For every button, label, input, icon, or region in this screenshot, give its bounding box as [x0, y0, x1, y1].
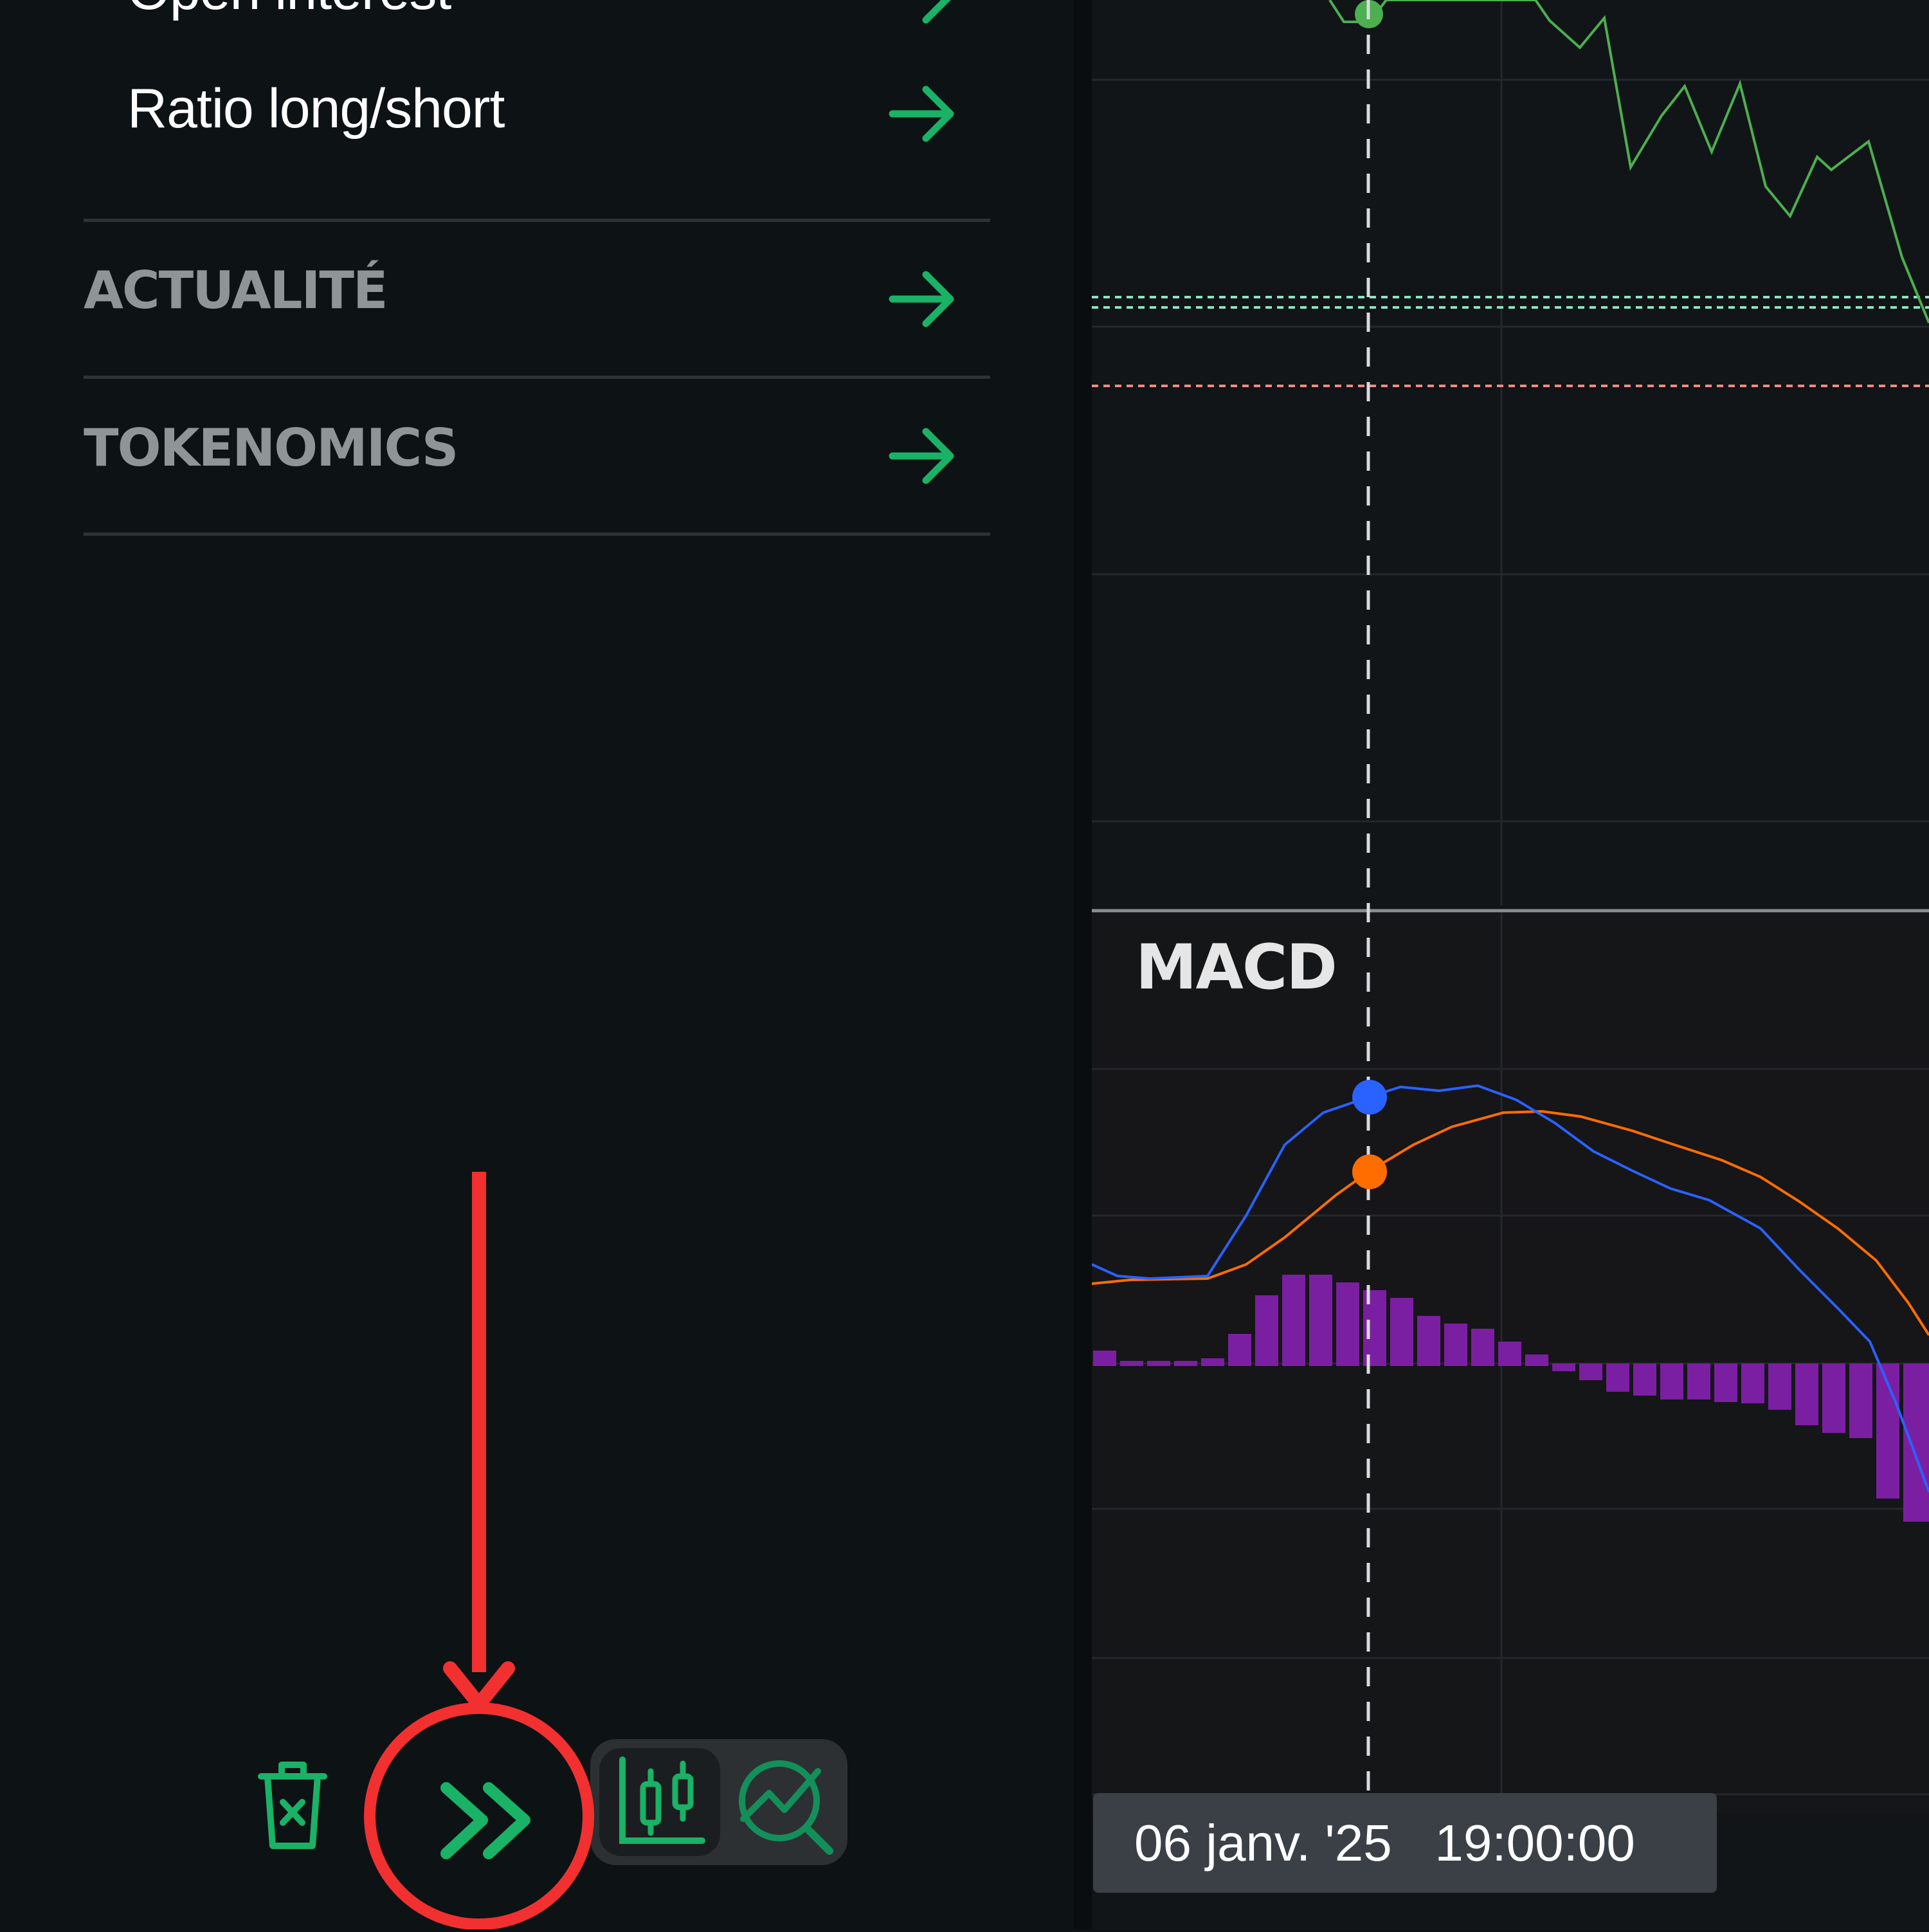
histogram-bar [1282, 1275, 1305, 1366]
signal-crosshair-dot [1352, 1154, 1387, 1189]
histogram-bar [1120, 1361, 1143, 1366]
sidebar-item-open-interest-label[interactable]: Open interest [127, 0, 451, 23]
histogram-bar [1228, 1334, 1251, 1366]
histogram-bar [1255, 1295, 1278, 1366]
side-panel: Open interest Ratio long/short ACTUALITÉ… [0, 0, 1074, 1929]
histogram-bar [1903, 1363, 1929, 1522]
histogram-bar [1147, 1361, 1170, 1366]
histogram-bar [1174, 1361, 1197, 1366]
histogram-bar [1336, 1282, 1359, 1366]
histogram-bar [1471, 1329, 1494, 1366]
histogram-bar [1201, 1358, 1224, 1366]
macd-crosshair-dot [1352, 1080, 1387, 1115]
divider [84, 219, 990, 222]
sidebar-item-ratio-long-short-label[interactable]: Ratio long/short [127, 77, 505, 141]
histogram-bar [1633, 1363, 1656, 1396]
candlestick-view-button[interactable] [599, 1748, 720, 1856]
indicator-label: MACD [1136, 931, 1337, 1003]
arrow-right-icon[interactable] [887, 264, 958, 334]
divider [84, 376, 990, 379]
histogram-bar [1363, 1290, 1386, 1366]
arrow-right-icon[interactable] [887, 0, 958, 31]
histogram-bar [1849, 1363, 1872, 1438]
crosshair-time-label: 06 janv. '25 19:00:00 [1134, 1814, 1635, 1872]
price-grid [1092, 0, 1929, 906]
histogram-bar [1579, 1363, 1602, 1380]
histogram-bar [1309, 1275, 1332, 1366]
histogram-bar [1660, 1363, 1683, 1399]
sidebar-section-actualite[interactable]: ACTUALITÉ [84, 260, 388, 320]
histogram-bar [1417, 1316, 1440, 1366]
candlestick-chart-icon [619, 1756, 705, 1844]
histogram-bar [1552, 1363, 1575, 1371]
arrow-right-icon[interactable] [887, 78, 958, 149]
divider [84, 533, 990, 536]
crosshair-time-tooltip: 06 janv. '25 19:00:00 [1093, 1793, 1717, 1893]
histogram-bar [1687, 1363, 1710, 1399]
sidebar-section-tokenomics[interactable]: TOKENOMICS [84, 418, 458, 478]
histogram-bar [1822, 1363, 1845, 1433]
histogram-bar [1768, 1363, 1791, 1410]
double-chevron-right-icon[interactable] [432, 1775, 554, 1872]
analysis-view-button[interactable] [729, 1748, 838, 1856]
histogram-bar [1525, 1354, 1548, 1366]
histogram-bar [1714, 1363, 1737, 1402]
histogram-bar [1606, 1363, 1629, 1392]
panel-divider[interactable] [1074, 0, 1092, 1929]
histogram-bar [1741, 1363, 1764, 1403]
arrow-right-icon[interactable] [887, 421, 958, 491]
histogram-bar [1444, 1324, 1467, 1366]
price-line [1328, 0, 1929, 324]
chart-view-toggle [590, 1739, 847, 1865]
trash-clear-icon[interactable] [251, 1756, 334, 1852]
histogram-bar [1390, 1298, 1413, 1366]
histogram-bar [1093, 1351, 1116, 1366]
chart-search-icon [739, 1760, 833, 1855]
histogram-bar [1795, 1363, 1818, 1425]
histogram-bar [1498, 1342, 1521, 1366]
